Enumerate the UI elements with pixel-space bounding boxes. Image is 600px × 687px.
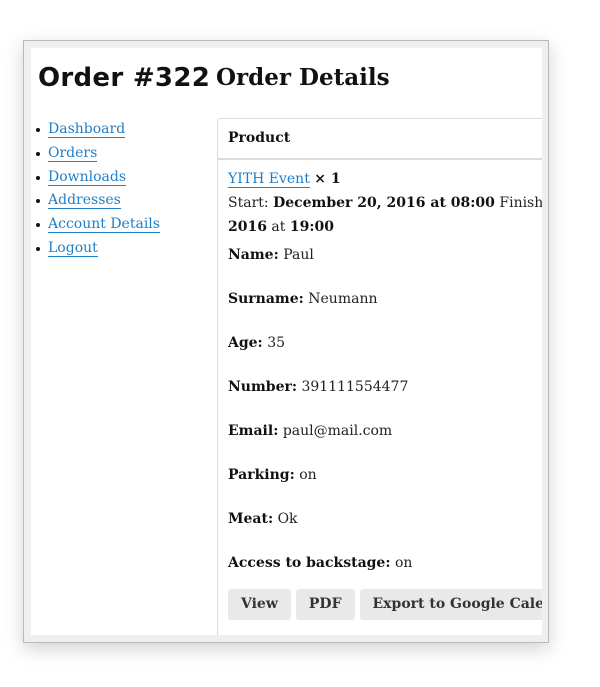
- order-details-heading: Order Details: [216, 64, 390, 91]
- event-dates-line: Start: December 20, 2016 at 08:00 Finish…: [228, 191, 542, 215]
- page-content: Order #322 Order Details Dashboard Order…: [31, 48, 542, 635]
- nav-item-downloads: Downloads: [36, 166, 160, 190]
- finish-time: 19:00: [289, 219, 334, 235]
- field-label: Meat:: [228, 511, 274, 527]
- export-google-calendar-button[interactable]: Export to Google Calendar: [359, 589, 542, 620]
- nav-link-orders[interactable]: Orders: [48, 144, 98, 162]
- field-surname: Surname: Neumann: [228, 289, 542, 329]
- account-navigation: Dashboard Orders Downloads Addresses Acc…: [31, 118, 160, 261]
- nav-link-account-details[interactable]: Account Details: [48, 216, 160, 234]
- field-value: Neumann: [308, 291, 378, 307]
- finish-year: 2016: [228, 219, 267, 235]
- pdf-button[interactable]: PDF: [295, 589, 355, 620]
- field-email: Email: paul@mail.com: [228, 421, 542, 461]
- field-parking: Parking: on: [228, 465, 542, 505]
- field-number: Number: 391111554477: [228, 377, 542, 417]
- product-line: YITH Event × 1: [228, 167, 542, 191]
- column-header-product: Product: [218, 119, 542, 160]
- field-value: on: [299, 467, 317, 483]
- field-label: Parking:: [228, 467, 295, 483]
- field-label: Name:: [228, 247, 279, 263]
- nav-item-orders: Orders: [36, 142, 160, 166]
- product-cell: YITH Event × 1 Start: December 20, 2016 …: [218, 160, 542, 593]
- nav-link-addresses[interactable]: Addresses: [48, 192, 121, 210]
- field-label: Age:: [228, 335, 263, 351]
- field-age: Age: 35: [228, 333, 542, 373]
- field-value: 35: [267, 335, 286, 351]
- finish-at: at: [271, 219, 286, 235]
- field-value: 391111554477: [301, 379, 409, 395]
- field-meat: Meat: Ok: [228, 509, 542, 549]
- field-value: on: [394, 555, 413, 571]
- product-quantity: × 1: [314, 171, 341, 187]
- field-label: Email:: [228, 423, 279, 439]
- field-value: paul@mail.com: [282, 423, 393, 439]
- nav-item-logout: Logout: [36, 237, 160, 261]
- field-label: Access to backstage:: [228, 555, 391, 571]
- screenshot-frame: Order #322 Order Details Dashboard Order…: [23, 40, 549, 643]
- field-value: Ok: [277, 511, 298, 527]
- order-title: Order #322: [38, 63, 211, 93]
- field-value: Paul: [283, 247, 314, 263]
- nav-link-downloads[interactable]: Downloads: [48, 168, 127, 186]
- finish-label: Finish:: [499, 195, 542, 211]
- order-details-table: Product YITH Event × 1 Start: December 2…: [217, 118, 542, 635]
- nav-item-addresses: Addresses: [36, 189, 160, 213]
- nav-item-account-details: Account Details: [36, 213, 160, 237]
- ticket-actions: View PDF Export to Google Calendar: [228, 589, 542, 620]
- start-value: December 20, 2016 at 08:00: [273, 195, 495, 211]
- field-name: Name: Paul: [228, 245, 542, 285]
- nav-link-dashboard[interactable]: Dashboard: [48, 121, 126, 138]
- event-finish-line: 2016 at 19:00: [228, 215, 542, 239]
- start-label: Start:: [228, 195, 269, 211]
- field-access-to-backstage: Access to backstage: on: [228, 553, 542, 593]
- field-label: Surname:: [228, 291, 304, 307]
- nav-item-dashboard: Dashboard: [36, 118, 160, 142]
- nav-link-logout[interactable]: Logout: [48, 239, 98, 257]
- field-label: Number:: [228, 379, 298, 395]
- product-link[interactable]: YITH Event: [228, 171, 310, 188]
- view-button[interactable]: View: [228, 589, 291, 620]
